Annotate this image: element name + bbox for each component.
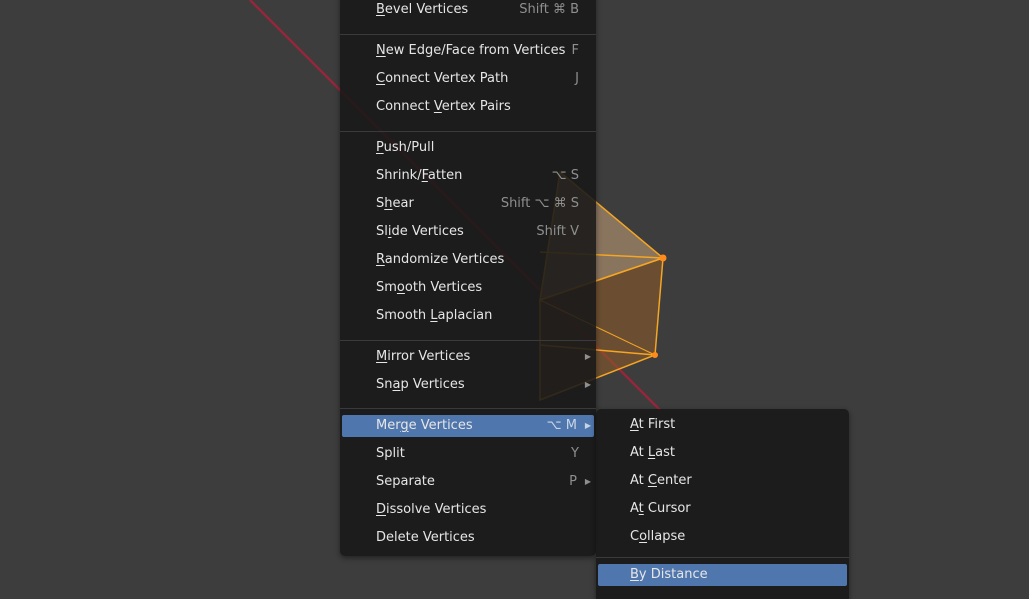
menu-item-label: Smooth Laplacian: [376, 308, 493, 323]
submenu-arrow-icon: ▶: [584, 352, 591, 361]
submenu-item-at-cursor[interactable]: At Cursor: [598, 498, 847, 520]
menu-item-smooth-vertices[interactable]: Smooth Vertices: [342, 277, 594, 299]
menu-separator: [340, 408, 596, 409]
menu-item-delete-vertices[interactable]: Delete Vertices: [342, 527, 594, 549]
shortcut-hint: Shift ⌥ ⌘ S: [500, 196, 579, 211]
submenu-arrow-icon: ▶: [584, 380, 591, 389]
submenu-arrow-icon: ▶: [584, 477, 591, 486]
menu-item-label: Dissolve Vertices: [376, 502, 487, 517]
menu-separator: [340, 340, 596, 341]
menu-item-label: Snap Vertices: [376, 377, 465, 392]
mnemonic-underline: V: [433, 99, 442, 114]
menu-item-dissolve-vertices[interactable]: Dissolve Vertices: [342, 499, 594, 521]
menu-item-label: By Distance: [630, 567, 708, 582]
mnemonic-underline: R: [376, 252, 385, 267]
menu-item-merge-vertices[interactable]: Merge Vertices ⌥ M ▶: [342, 415, 594, 437]
shortcut-hint: F: [571, 43, 579, 58]
shortcut-hint: P: [569, 474, 577, 489]
menu-item-shear[interactable]: Shear Shift ⌥ ⌘ S: [342, 193, 594, 215]
mnemonic-underline: D: [376, 502, 387, 517]
shortcut-hint: Shift ⌘ B: [519, 2, 579, 17]
menu-item-mirror-vertices[interactable]: Mirror Vertices ▶: [342, 346, 594, 368]
menu-item-label: At Last: [630, 445, 675, 460]
mnemonic-underline: t: [638, 501, 644, 516]
mesh-vertex[interactable]: [659, 254, 667, 262]
mnemonic-underline: o: [396, 280, 405, 295]
menu-item-new-edge-face-from-vertices[interactable]: New Edge/Face from Vertices F: [342, 40, 594, 62]
menu-item-label: Push/Pull: [376, 140, 435, 155]
vertex-context-menu: Bevel Vertices Shift ⌘ B New Edge/Face fro…: [340, 0, 596, 556]
mnemonic-underline: i: [387, 224, 392, 239]
submenu-arrow-icon: ▶: [584, 421, 591, 430]
menu-item-label: At First: [630, 417, 676, 432]
menu-item-label: At Cursor: [630, 501, 691, 516]
menu-item-label: Split: [376, 446, 405, 461]
menu-item-label: Connect Vertex Path: [376, 71, 509, 86]
menu-item-label: Merge Vertices: [376, 418, 473, 433]
menu-item-bevel-vertices[interactable]: Bevel Vertices Shift ⌘ B: [342, 0, 594, 21]
mnemonic-underline: o: [639, 529, 648, 544]
menu-item-label: Slide Vertices: [376, 224, 464, 239]
mesh-vertex[interactable]: [652, 352, 658, 358]
menu-item-slide-vertices[interactable]: Slide Vertices Shift V: [342, 221, 594, 243]
menu-item-label: New Edge/Face from Vertices: [376, 43, 566, 58]
menu-separator: [596, 557, 849, 558]
mnemonic-underline: g: [400, 418, 409, 433]
mnemonic-underline: B: [630, 567, 639, 582]
menu-item-label: At Center: [630, 473, 692, 488]
menu-item-label: Collapse: [630, 529, 686, 544]
mnemonic-underline: C: [647, 473, 657, 488]
menu-item-label: Smooth Vertices: [376, 280, 483, 295]
menu-item-label: Mirror Vertices: [376, 349, 471, 364]
menu-separator: [340, 131, 596, 132]
mnemonic-underline: A: [630, 417, 639, 432]
menu-item-label: Shear: [376, 196, 414, 211]
shortcut-hint: Y: [571, 446, 579, 461]
menu-item-push-pull[interactable]: Push/Pull: [342, 137, 594, 159]
shortcut-hint: J: [575, 71, 579, 86]
submenu-item-at-first[interactable]: At First: [598, 414, 847, 436]
menu-item-connect-vertex-path[interactable]: Connect Vertex Path J: [342, 68, 594, 90]
menu-separator: [340, 34, 596, 35]
shortcut-hint: ⌥ M: [546, 418, 577, 433]
menu-item-label: Bevel Vertices: [376, 2, 469, 17]
menu-item-label: Randomize Vertices: [376, 252, 505, 267]
menu-item-snap-vertices[interactable]: Snap Vertices ▶: [342, 374, 594, 396]
submenu-item-by-distance[interactable]: By Distance: [598, 564, 847, 586]
mnemonic-underline: C: [376, 71, 386, 86]
mnemonic-underline: B: [376, 2, 385, 17]
menu-item-separate[interactable]: Separate P ▶: [342, 471, 594, 493]
mnemonic-underline: h: [384, 196, 393, 211]
menu-item-shrink-fatten[interactable]: Shrink/Fatten ⌥ S: [342, 165, 594, 187]
submenu-item-collapse[interactable]: Collapse: [598, 526, 847, 548]
menu-item-label: Shrink/Fatten: [376, 168, 463, 183]
menu-item-split[interactable]: Split Y: [342, 443, 594, 465]
menu-item-smooth-laplacian[interactable]: Smooth Laplacian: [342, 305, 594, 327]
menu-item-connect-vertex-pairs[interactable]: Connect Vertex Pairs: [342, 96, 594, 118]
submenu-item-at-center[interactable]: At Center: [598, 470, 847, 492]
submenu-item-at-last[interactable]: At Last: [598, 442, 847, 464]
shortcut-hint: Shift V: [536, 224, 579, 239]
mnemonic-underline: F: [421, 168, 428, 183]
shortcut-hint: ⌥ S: [551, 168, 579, 183]
menu-item-label: Connect Vertex Pairs: [376, 99, 511, 114]
mnemonic-underline: M: [376, 349, 388, 364]
menu-item-randomize-vertices[interactable]: Randomize Vertices: [342, 249, 594, 271]
menu-item-label: Delete Vertices: [376, 530, 475, 545]
menu-item-label: Separate: [376, 474, 435, 489]
merge-vertices-submenu: At First At Last At Center At Cursor Collaps…: [596, 409, 849, 599]
mnemonic-underline: a: [392, 377, 401, 392]
mnemonic-underline: L: [430, 308, 438, 323]
mnemonic-underline: L: [647, 445, 656, 460]
mnemonic-underline: P: [376, 140, 384, 155]
mnemonic-underline: N: [376, 43, 386, 58]
